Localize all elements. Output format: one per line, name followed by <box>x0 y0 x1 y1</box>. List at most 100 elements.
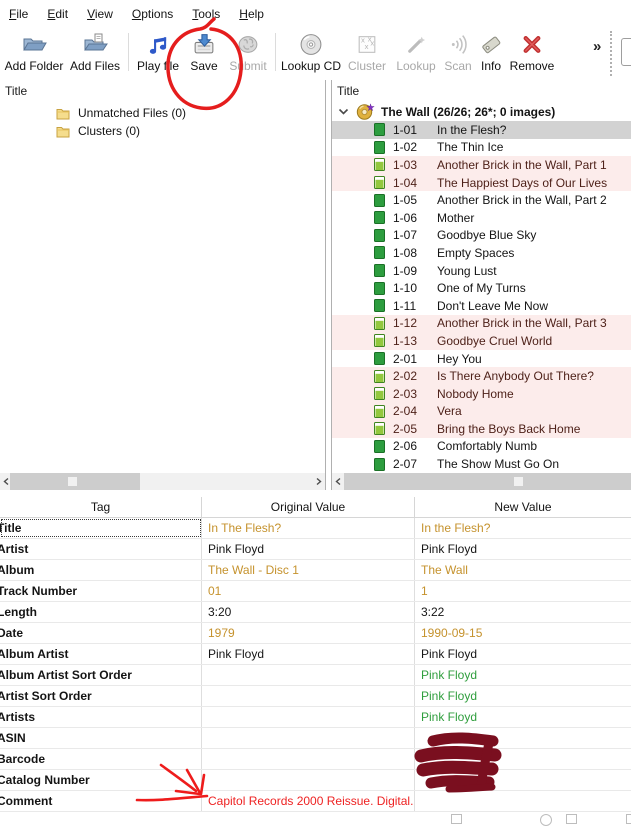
menu-item-options[interactable]: Options <box>124 3 181 25</box>
tag-name-cell[interactable]: Catalog Number <box>0 770 202 790</box>
new-value-cell[interactable]: Pink Floyd <box>415 707 631 727</box>
toolbar-grip-handle[interactable] <box>610 31 612 76</box>
track-row[interactable]: 1-07 Goodbye Blue Sky <box>332 227 631 245</box>
new-value-cell[interactable]: 1990-09-15 <box>415 623 631 643</box>
track-row[interactable]: 2-05 Bring the Boys Back Home <box>332 420 631 438</box>
scroll-thumb[interactable] <box>10 473 140 490</box>
menu-item-view[interactable]: View <box>79 3 121 25</box>
tag-row-album-artist-sort-order[interactable]: Album Artist Sort Order Pink Floyd <box>0 665 631 686</box>
new-value-cell[interactable] <box>415 770 631 790</box>
original-value-cell[interactable]: 1979 <box>202 623 415 643</box>
track-row[interactable]: 1-01 In the Flesh? <box>332 121 631 139</box>
chevron-expanded-icon[interactable] <box>338 108 349 116</box>
tag-name-cell[interactable]: Title <box>0 518 202 538</box>
scroll-left-arrow[interactable] <box>332 473 344 490</box>
original-value-cell[interactable]: Capitol Records 2000 Reissue. Digital... <box>202 791 415 811</box>
menu-item-tools[interactable]: Tools <box>184 3 228 25</box>
original-value-cell[interactable] <box>202 728 415 748</box>
tag-name-cell[interactable]: Artist Sort Order <box>0 686 202 706</box>
track-row[interactable]: 2-03 Nobody Home <box>332 384 631 403</box>
tag-name-cell[interactable]: Length <box>0 602 202 622</box>
track-row[interactable]: 1-04 The Happiest Days of Our Lives <box>332 173 631 192</box>
new-value-cell[interactable]: The Wall <box>415 560 631 580</box>
tag-name-cell[interactable]: Album Artist <box>0 644 202 664</box>
tag-row-album[interactable]: Album The Wall - Disc 1 The Wall <box>0 560 631 581</box>
tag-row-track-number[interactable]: Track Number 01 1 <box>0 581 631 602</box>
file-pane-hscrollbar[interactable] <box>0 473 325 490</box>
tag-name-cell[interactable]: Comment <box>0 791 202 811</box>
scroll-right-arrow[interactable] <box>312 473 324 490</box>
track-row[interactable]: 2-02 Is There Anybody Out There? <box>332 367 631 385</box>
track-row[interactable]: 1-12 Another Brick in the Wall, Part 3 <box>332 314 631 333</box>
tag-row-artist-sort-order[interactable]: Artist Sort Order Pink Floyd <box>0 686 631 707</box>
album-pane-hscrollbar[interactable] <box>332 473 631 490</box>
track-row[interactable]: 2-06 Comfortably Numb <box>332 438 631 456</box>
tag-row-comment[interactable]: Comment Capitol Records 2000 Reissue. Dig… <box>0 791 631 812</box>
new-value-cell[interactable]: 1 <box>415 581 631 601</box>
new-value-cell[interactable] <box>415 749 631 769</box>
new-value-cell[interactable]: Pink Floyd <box>415 665 631 685</box>
tag-name-cell[interactable]: Album <box>0 560 202 580</box>
new-value-cell[interactable]: In the Flesh? <box>415 518 631 538</box>
toolbar-button-scan[interactable]: Scan <box>440 28 476 73</box>
original-value-cell[interactable] <box>202 665 415 685</box>
tag-row-barcode[interactable]: Barcode <box>0 749 631 770</box>
file-pane-title-header[interactable]: Title <box>0 80 325 102</box>
new-value-cell[interactable]: Pink Floyd <box>415 644 631 664</box>
menu-item-help[interactable]: Help <box>231 3 272 25</box>
track-row[interactable]: 1-02 The Thin Ice <box>332 139 631 157</box>
original-value-cell[interactable] <box>202 749 415 769</box>
toolbar-button-lookup-cd[interactable]: Lookup CD <box>280 28 342 73</box>
track-row[interactable]: 2-01 Hey You <box>332 350 631 368</box>
file-pane-item[interactable]: Clusters (0) <box>0 122 325 140</box>
new-value-cell[interactable]: Pink Floyd <box>415 686 631 706</box>
toolbar-button-info[interactable]: Info <box>476 28 506 73</box>
track-row[interactable]: 1-08 Empty Spaces <box>332 244 631 262</box>
tag-row-length[interactable]: Length 3:20 3:22 <box>0 602 631 623</box>
toolbar-button-play-file[interactable]: Play file <box>133 28 183 73</box>
file-pane-item[interactable]: Unmatched Files (0) <box>0 104 325 122</box>
track-row[interactable]: 1-06 Mother <box>332 209 631 227</box>
tag-row-artists[interactable]: Artists Pink Floyd <box>0 707 631 728</box>
search-box-edge[interactable] <box>621 38 631 66</box>
tag-row-album-artist[interactable]: Album Artist Pink Floyd Pink Floyd <box>0 644 631 665</box>
column-header-new-value[interactable]: New Value <box>415 497 631 517</box>
column-header-tag[interactable]: Tag <box>0 497 202 517</box>
original-value-cell[interactable] <box>202 686 415 706</box>
original-value-cell[interactable]: Pink Floyd <box>202 539 415 559</box>
original-value-cell[interactable]: Pink Floyd <box>202 644 415 664</box>
original-value-cell[interactable]: 3:20 <box>202 602 415 622</box>
original-value-cell[interactable] <box>202 707 415 727</box>
track-row[interactable]: 1-05 Another Brick in the Wall, Part 2 <box>332 191 631 209</box>
new-value-cell[interactable]: 3:22 <box>415 602 631 622</box>
scroll-thumb[interactable] <box>344 473 631 490</box>
tag-name-cell[interactable]: Barcode <box>0 749 202 769</box>
tag-name-cell[interactable]: Album Artist Sort Order <box>0 665 202 685</box>
tag-row-asin[interactable]: ASIN <box>0 728 631 749</box>
toolbar-button-save[interactable]: Save <box>183 28 225 73</box>
toolbar-button-add-files[interactable]: Add Files <box>66 28 124 73</box>
original-value-cell[interactable]: In The Flesh? <box>202 518 415 538</box>
track-row[interactable]: 2-04 Vera <box>332 402 631 421</box>
tag-row-catalog-number[interactable]: Catalog Number <box>0 770 631 791</box>
toolbar-overflow-chevron[interactable]: » <box>593 38 601 55</box>
new-value-cell[interactable] <box>415 791 631 811</box>
toolbar-button-submit[interactable]: Submit <box>225 28 271 73</box>
track-row[interactable]: 1-03 Another Brick in the Wall, Part 1 <box>332 156 631 174</box>
album-pane-title-header[interactable]: Title <box>332 80 631 102</box>
new-value-cell[interactable]: Pink Floyd <box>415 539 631 559</box>
menu-item-file[interactable]: File <box>1 3 36 25</box>
tag-row-title[interactable]: TitleIn The Flesh?In the Flesh? <box>0 518 631 539</box>
column-header-original-value[interactable]: Original Value <box>202 497 415 517</box>
toolbar-button-remove[interactable]: Remove <box>506 28 558 73</box>
track-row[interactable]: 2-07 The Show Must Go On <box>332 455 631 473</box>
toolbar-button-cluster[interactable]: x x x x Cluster <box>342 28 392 73</box>
original-value-cell[interactable] <box>202 770 415 790</box>
tag-row-artist[interactable]: Artist Pink Floyd Pink Floyd <box>0 539 631 560</box>
track-row[interactable]: 1-11 Don't Leave Me Now <box>332 297 631 315</box>
tag-name-cell[interactable]: Artist <box>0 539 202 559</box>
tag-name-cell[interactable]: Artists <box>0 707 202 727</box>
toolbar-button-add-folder[interactable]: Add Folder <box>2 28 66 73</box>
track-row[interactable]: 1-13 Goodbye Cruel World <box>332 332 631 350</box>
menu-item-edit[interactable]: Edit <box>39 3 76 25</box>
